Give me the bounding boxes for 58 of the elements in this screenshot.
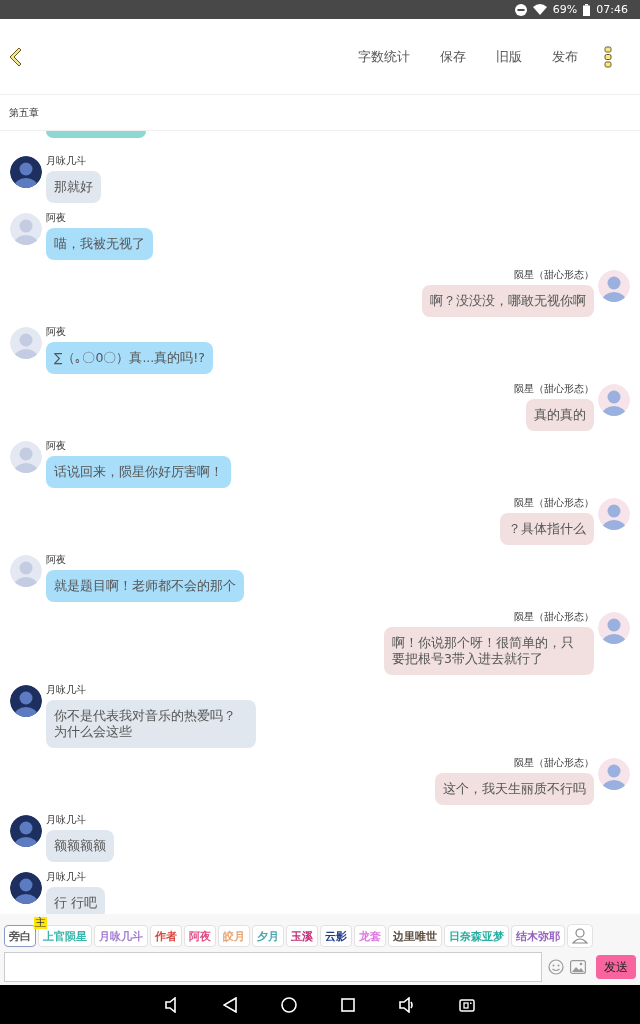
sender-name: 陨星（甜心形态）	[514, 496, 594, 510]
battery-percent: 69%	[552, 3, 578, 16]
sender-name: 陨星（甜心形态）	[514, 268, 594, 282]
message-input[interactable]	[4, 952, 542, 982]
do-not-disturb-icon	[514, 3, 527, 16]
role-chip[interactable]: 作者	[150, 925, 182, 947]
message-bubble: 啊？没没没，哪敢无视你啊	[422, 285, 594, 317]
home-icon[interactable]	[281, 996, 297, 1013]
sender-name: 月咏几斗	[46, 683, 86, 697]
message-bubble: 喵，我被无视了	[46, 228, 153, 260]
battery-icon	[583, 3, 591, 16]
message-bubble: 行 行吧	[46, 887, 105, 914]
main-badge: 主	[34, 917, 47, 929]
role-chip[interactable]: 云影	[320, 925, 352, 947]
toolbar-action[interactable]: 保存	[440, 47, 466, 66]
message-bubble: 啊！你说那个呀！很简单的，只要把根号3带入进去就行了	[384, 627, 594, 675]
message-bubble: 你不是代表我对音乐的热爱吗？为什么会这些	[46, 700, 256, 748]
wifi-icon	[532, 4, 547, 15]
clock: 07:46	[596, 3, 628, 16]
role-chip[interactable]: 夕月	[252, 925, 284, 947]
role-chip[interactable]: 旁白	[4, 925, 36, 947]
emoji-icon[interactable]	[548, 959, 564, 975]
recents-icon[interactable]	[341, 997, 355, 1012]
message-bubble: 就是题目啊！老师都不会的那个	[46, 570, 244, 602]
message-bubble: 话说回来，陨星你好厉害啊！	[46, 456, 231, 488]
user-icon[interactable]	[567, 924, 593, 948]
toolbar-action[interactable]: 发布	[552, 47, 578, 66]
role-chip[interactable]: 月咏几斗	[94, 925, 148, 947]
message-bubble: ？具体指什么	[500, 513, 594, 545]
volume-down-icon[interactable]	[165, 996, 179, 1013]
role-chip[interactable]: 阿夜	[184, 925, 216, 947]
send-button[interactable]: 发送	[596, 955, 636, 979]
screenshot-icon[interactable]	[459, 997, 475, 1012]
image-icon[interactable]	[570, 960, 586, 974]
sender-name: 陨星（甜心形态）	[514, 382, 594, 396]
message-bubble: 那就好	[46, 171, 101, 203]
message-bubble: 这个，我天生丽质不行吗	[435, 773, 594, 805]
message-bubble: 额额额额	[46, 830, 114, 862]
more-icon[interactable]	[604, 45, 612, 68]
sender-name: 陨星（甜心形态）	[514, 610, 594, 624]
sender-name: 月咏几斗	[46, 154, 86, 168]
volume-up-icon[interactable]	[399, 996, 415, 1013]
chapter-title: 第五章	[9, 105, 39, 120]
sender-name: 阿夜	[46, 325, 66, 339]
sender-name: 月咏几斗	[46, 813, 86, 827]
toolbar-action[interactable]: 字数统计	[358, 47, 410, 66]
back-icon[interactable]	[8, 46, 22, 67]
toolbar-action[interactable]: 旧版	[496, 47, 522, 66]
sender-name: 阿夜	[46, 553, 66, 567]
role-chip[interactable]: 玉溪	[286, 925, 318, 947]
sender-name: 陨星（甜心形态）	[514, 756, 594, 770]
role-chip[interactable]: 边里唯世	[388, 925, 442, 947]
sender-name: 阿夜	[46, 211, 66, 225]
message-bubble: 真的真的	[526, 399, 594, 431]
message-bubble: ∑（｡〇0〇）真...真的吗!?	[46, 342, 213, 374]
role-chip[interactable]: 结木弥耶	[511, 925, 565, 947]
sender-name: 阿夜	[46, 439, 66, 453]
sender-name: 月咏几斗	[46, 870, 86, 884]
